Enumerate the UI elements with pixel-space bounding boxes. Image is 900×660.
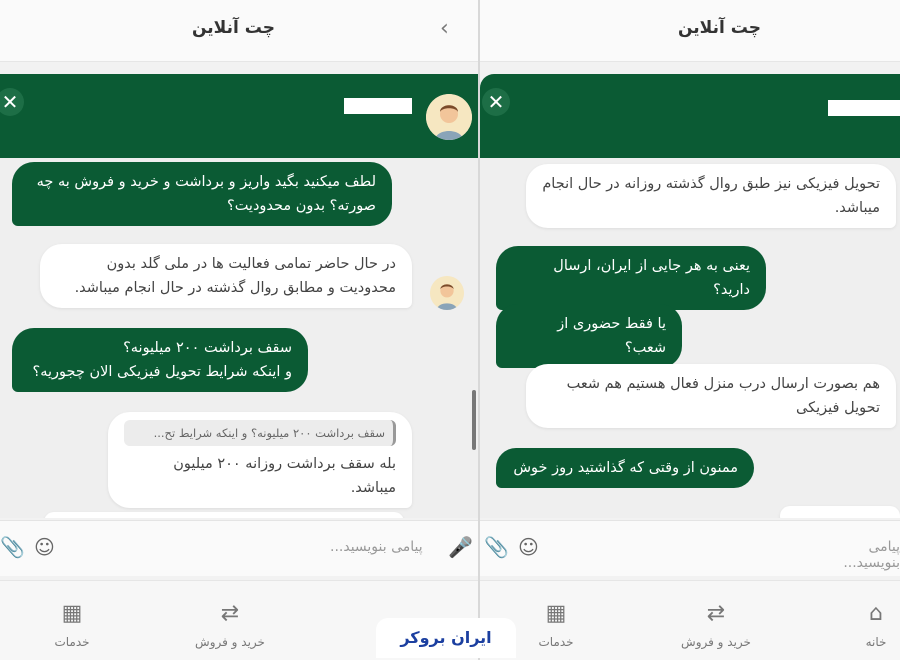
- close-icon[interactable]: ✕: [0, 88, 24, 116]
- message-incoming-partial: [780, 506, 900, 518]
- message-outgoing: سقف برداشت ۲۰۰ میلیونه؟ و اینکه شرایط تح…: [12, 328, 308, 392]
- paperclip-icon[interactable]: 📎: [0, 535, 25, 559]
- close-icon[interactable]: ✕: [482, 88, 510, 116]
- chat-header: ✕: [480, 74, 900, 158]
- message-incoming: در حال حاضر تمامی فعالیت ها در ملی گلد ب…: [40, 244, 412, 308]
- quoted-message[interactable]: سقف برداشت ۲۰۰ میلیونه؟ و اینکه شرایط تح…: [124, 420, 396, 446]
- grid-icon: ▦: [61, 601, 83, 626]
- message-list[interactable]: لطف میکنید بگید واریز و برداشت و خرید و …: [0, 158, 478, 518]
- watermark-logo: ایران بروکر: [376, 618, 516, 658]
- chevron-left-icon[interactable]: ‹: [440, 16, 449, 41]
- message-outgoing: یا فقط حضوری از شعب؟: [496, 304, 682, 368]
- message-incoming-partial: [44, 512, 404, 518]
- left-chat-screen: چت آنلاین ‹ ✕ لطف میکنید بگید واریز و بر…: [0, 0, 478, 660]
- scrollbar[interactable]: [472, 390, 476, 450]
- agent-avatar: [426, 94, 472, 140]
- message-composer: 📎 ☺ پیامی بنویسید...: [480, 520, 900, 576]
- right-chat-screen: چت آنلاین ✕ تحویل فیزیکی نیز طبق روال گذ…: [480, 0, 900, 660]
- nav-buy-sell[interactable]: ⇄ خرید و فروش: [676, 601, 756, 649]
- swap-arrows-icon: ⇄: [220, 601, 240, 626]
- message-incoming-reply: سقف برداشت ۲۰۰ میلیونه؟ و اینکه شرایط تح…: [108, 412, 412, 508]
- chat-header: ✕: [0, 74, 478, 158]
- message-outgoing: ممنون از وقتی که گذاشتید روز خوش: [496, 448, 754, 488]
- page-title: چت آنلاین: [678, 18, 761, 38]
- agent-name-redacted: [344, 98, 412, 114]
- paperclip-icon[interactable]: 📎: [484, 535, 509, 559]
- grid-icon: ▦: [545, 601, 567, 626]
- home-icon: ⌂: [869, 601, 883, 626]
- message-input[interactable]: پیامی بنویسید...: [330, 539, 423, 555]
- message-outgoing: لطف میکنید بگید واریز و برداشت و خرید و …: [12, 162, 392, 226]
- message-composer: 📎 ☺ پیامی بنویسید... 🎤: [0, 520, 478, 576]
- page-header: چت آنلاین: [480, 0, 900, 62]
- page-header: چت آنلاین ‹: [0, 0, 478, 62]
- nav-buy-sell[interactable]: ⇄ خرید و فروش: [190, 601, 270, 649]
- message-incoming: هم بصورت ارسال درب منزل فعال هستیم هم شع…: [526, 364, 896, 428]
- nav-services[interactable]: ▦ خدمات: [50, 601, 94, 649]
- agent-name-redacted: [828, 100, 900, 116]
- message-input[interactable]: پیامی بنویسید...: [816, 539, 900, 571]
- message-incoming: تحویل فیزیکی نیز طبق روال گذشته روزانه د…: [526, 164, 896, 228]
- page-title: چت آنلاین: [192, 18, 275, 38]
- nav-home[interactable]: ⌂ خانه: [856, 601, 896, 649]
- swap-arrows-icon: ⇄: [706, 601, 726, 626]
- nav-services[interactable]: ▦ خدمات: [534, 601, 578, 649]
- message-outgoing: یعنی به هر جایی از ایران، ارسال دارید؟: [496, 246, 766, 310]
- microphone-icon[interactable]: 🎤: [448, 535, 473, 559]
- message-list[interactable]: تحویل فیزیکی نیز طبق روال گذشته روزانه د…: [480, 158, 900, 518]
- emoji-icon[interactable]: ☺: [518, 535, 539, 559]
- agent-avatar-small: [430, 276, 464, 310]
- bottom-nav: ▦ خدمات ⇄ خرید و فروش ⌂ خانه: [480, 580, 900, 660]
- emoji-icon[interactable]: ☺: [34, 535, 55, 559]
